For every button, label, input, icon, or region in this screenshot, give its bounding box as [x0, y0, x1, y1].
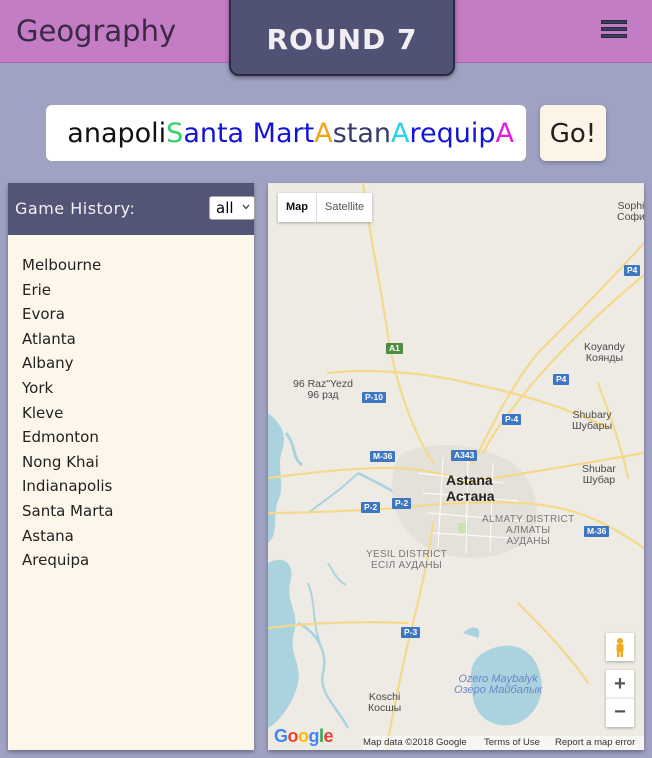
hamburger-menu-icon[interactable]: [601, 20, 627, 38]
history-item: Astana: [22, 526, 74, 545]
pegman-icon: [616, 638, 624, 657]
answer-segment: A: [495, 118, 514, 149]
history-item: Atlanta: [22, 329, 76, 348]
history-item: Edmonton: [22, 428, 99, 447]
chevron-down-icon: [242, 204, 250, 210]
history-header: Game History: all: [8, 183, 255, 235]
road-shield: A1: [386, 343, 403, 354]
road-shield: P-3: [401, 627, 421, 638]
answer-segment: A: [314, 118, 333, 149]
map-label-almaty-district: ALMATY DISTRICT АЛМАТЫ АУДАНЫ: [482, 514, 575, 547]
road-shield: P4: [624, 265, 641, 276]
history-title: Game History:: [15, 199, 136, 218]
zoom-out-button[interactable]: −: [606, 698, 634, 727]
map-label-raz: 96 Raz"Yezd 96 рзд: [293, 378, 353, 401]
road-shield: M-36: [584, 526, 610, 537]
road-shield: P-2: [392, 498, 412, 509]
map-label-shubary: Shubary Шубары: [572, 409, 612, 432]
answer-segment: anapoli: [67, 118, 167, 149]
answer-segment: requip: [409, 118, 496, 149]
history-item: Melbourne: [22, 256, 102, 274]
road-shield: P-4: [502, 414, 522, 425]
round-indicator: ROUND 7: [229, 0, 455, 76]
map-type-map-button[interactable]: Map: [278, 193, 317, 222]
history-item: Kleve: [22, 403, 64, 422]
zoom-in-button[interactable]: +: [606, 670, 634, 698]
road-shield: P-2: [361, 502, 381, 513]
history-item: Evora: [22, 305, 65, 324]
map-label-yesil-district: YESIL DISTRICT ЕСІЛ АУДАНЫ: [366, 549, 448, 571]
answer-segment: anta Mart: [183, 118, 315, 149]
map-label-koyandy: Koyandy Коянды: [584, 341, 625, 364]
map-type-toggle: Map Satellite: [278, 193, 373, 222]
map-type-satellite-button[interactable]: Satellite: [317, 193, 372, 222]
history-item: Erie: [22, 280, 52, 299]
map-label-sophi: Sophi Софи: [617, 200, 644, 223]
game-history-panel: Game History: all Melbourne Erie Evora Atla…: [8, 183, 255, 750]
map-view[interactable]: Sophi Софи 96 Raz"Yezd 96 рзд Koyandy Коянд…: [268, 183, 644, 750]
map-label-koschi: Koschi Косшы: [368, 691, 402, 714]
go-button[interactable]: Go!: [540, 105, 606, 161]
answer-segment: A: [391, 118, 410, 149]
filter-value: all: [216, 199, 234, 217]
history-filter-select[interactable]: all: [209, 196, 255, 220]
answer-chain-display[interactable]: anapoliSanta MartAstanArequipA: [46, 105, 526, 161]
street-view-pegman-icon[interactable]: [606, 633, 634, 661]
history-item: Indianapolis: [22, 477, 113, 496]
road-shield: P-10: [362, 392, 386, 403]
history-item: York: [22, 378, 54, 397]
map-label-shubar: Shubar Шубар: [582, 463, 616, 486]
history-list: Melbourne Erie Evora Atlanta Albany York Kleve…: [8, 235, 254, 573]
history-item: Arequipa: [22, 551, 90, 570]
terms-link[interactable]: Terms of Use: [484, 737, 540, 748]
answer-segment: S: [166, 118, 184, 149]
report-map-error-link[interactable]: Report a map error: [555, 737, 635, 748]
road-shield: P4: [553, 374, 570, 385]
answer-chain-text: anapoliSanta MartAstanArequipA: [67, 105, 514, 161]
road-shield: M-36: [370, 451, 396, 462]
answer-segment: stan: [332, 118, 392, 149]
map-attribution: Map data ©2018 Google: [363, 737, 467, 748]
map-footer: Map data ©2018 Google Terms of Use Repor…: [363, 736, 644, 750]
map-label-lake: Ozero Maybalyk Озеро Майбалык: [454, 673, 543, 696]
history-item: Albany: [22, 354, 74, 373]
history-item: Nong Khai: [22, 452, 99, 471]
map-label-astana: Astana Астана: [446, 472, 495, 504]
google-logo: Google: [274, 726, 334, 746]
road-shield: A343: [451, 450, 478, 461]
history-item: Santa Marta: [22, 501, 114, 520]
app-title: Geography: [16, 14, 177, 48]
